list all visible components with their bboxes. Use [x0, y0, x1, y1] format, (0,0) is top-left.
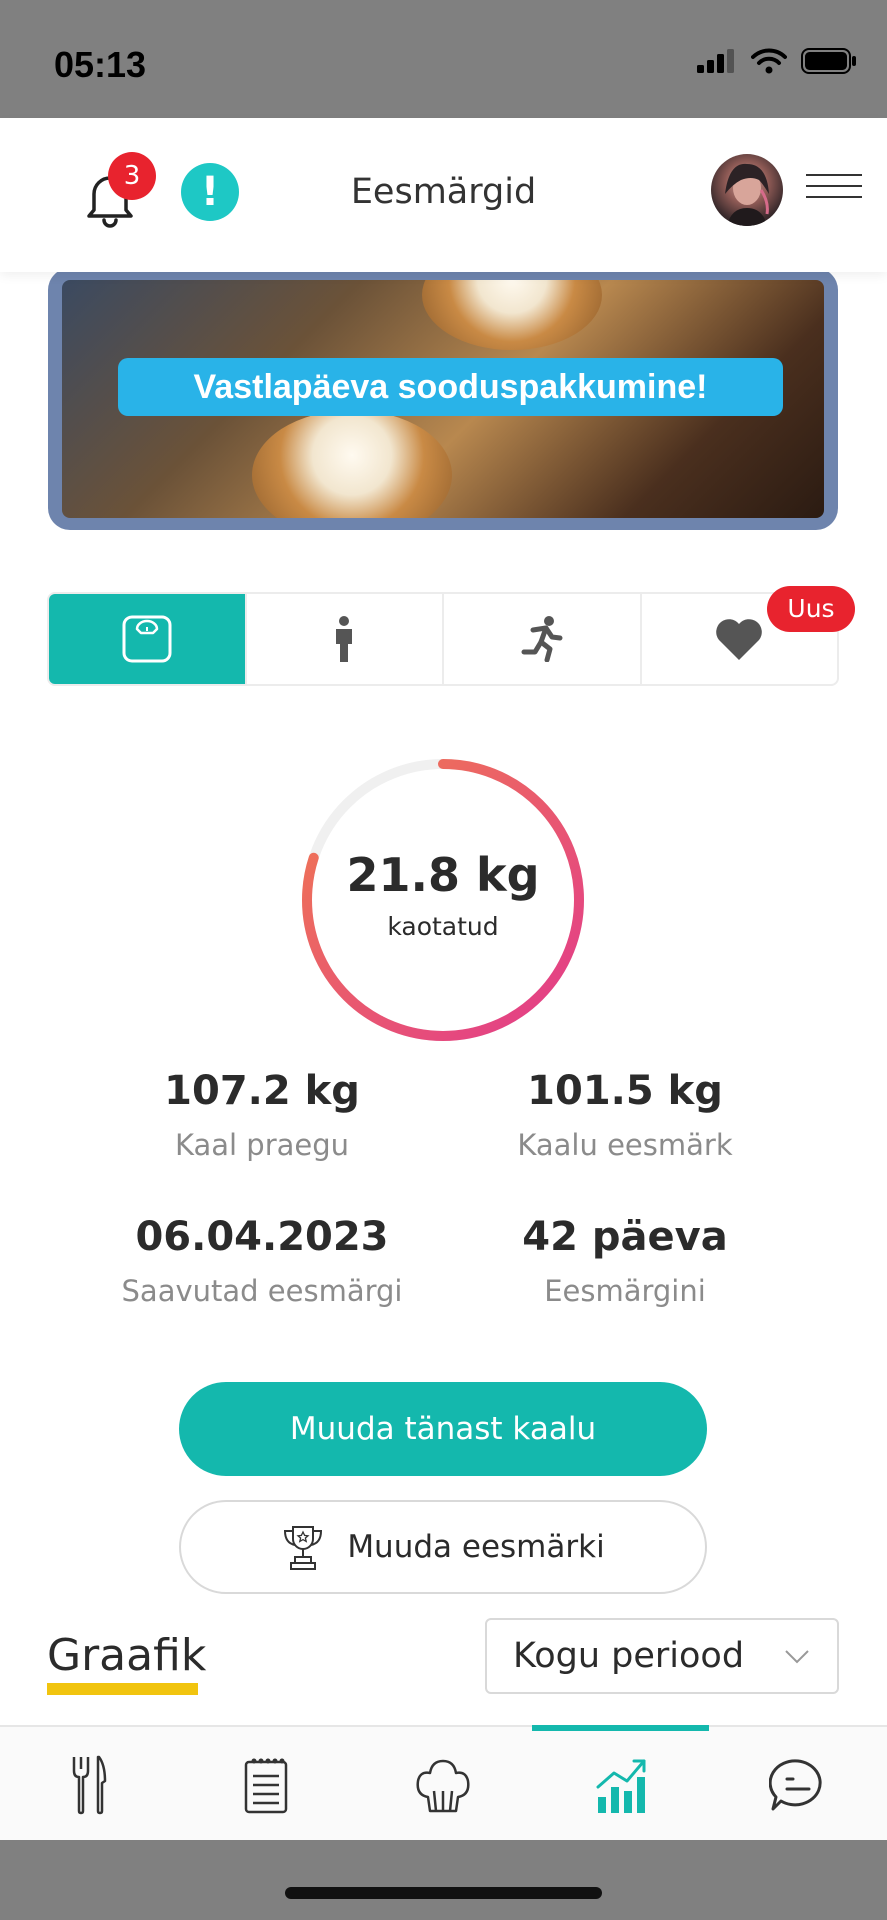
- wifi-icon: [751, 48, 787, 74]
- bun-image: [252, 410, 452, 518]
- change-goal-button[interactable]: Muuda eesmärki: [179, 1500, 707, 1594]
- graph-title: Graafik: [47, 1630, 207, 1681]
- person-icon: [336, 616, 353, 662]
- weight-loss-ring: 21.8 kg kaotatud: [295, 752, 591, 1048]
- nav-item-progress[interactable]: [532, 1727, 709, 1842]
- notepad-icon: [244, 1758, 287, 1813]
- avatar-photo: [725, 163, 769, 226]
- signal-icon: [697, 49, 734, 73]
- goal-tabs: Uus: [47, 586, 855, 686]
- chart-icon: [596, 1759, 645, 1813]
- status-time: 05:13: [54, 44, 147, 85]
- battery-icon: [801, 48, 856, 74]
- app-header: 3 ! Eesmärgid: [0, 118, 887, 272]
- trophy-icon: [284, 1526, 323, 1570]
- change-goal-label: Muuda eesmärki: [347, 1529, 605, 1565]
- menu-line: [806, 174, 862, 176]
- tab-activity[interactable]: [444, 594, 642, 684]
- nav-item-food[interactable]: [0, 1727, 177, 1842]
- period-select-value: Kogu periood: [513, 1636, 745, 1676]
- status-bar: 05:13: [0, 0, 887, 118]
- running-icon: [521, 616, 563, 662]
- scale-icon: [122, 615, 172, 663]
- chevron-down-icon: [785, 1650, 809, 1664]
- bottom-nav: [0, 1725, 887, 1840]
- nav-item-diary[interactable]: [177, 1727, 354, 1842]
- stat-label: Kaalu eesmärk: [517, 1128, 733, 1162]
- stat-value: 107.2 kg: [164, 1068, 360, 1114]
- heart-icon: [716, 619, 763, 660]
- tab-health[interactable]: Uus: [642, 586, 855, 684]
- promo-banner-text: Vastlapäeva sooduspakkumine!: [118, 358, 783, 416]
- promo-banner-image: Vastlapäeva sooduspakkumine!: [62, 280, 824, 518]
- menu-line: [806, 185, 862, 187]
- nav-item-recipes[interactable]: [354, 1727, 531, 1842]
- tab-body[interactable]: [247, 594, 444, 684]
- stat-goal-date: 06.04.2023 Saavutad eesmärgi: [82, 1214, 442, 1308]
- menu-line: [806, 196, 862, 198]
- new-badge: Uus: [767, 586, 855, 632]
- menu-button[interactable]: [806, 174, 862, 210]
- tab-weight[interactable]: [49, 594, 247, 684]
- graph-title-underline: [47, 1683, 198, 1695]
- chef-hat-icon: [415, 1759, 470, 1812]
- home-indicator-area: [0, 1840, 887, 1920]
- period-select[interactable]: Kogu periood: [485, 1618, 839, 1694]
- chat-icon: [768, 1758, 822, 1810]
- stat-label: Saavutad eesmärgi: [121, 1274, 403, 1308]
- lost-weight-value: 21.8 kg: [346, 848, 540, 902]
- stat-value: 101.5 kg: [527, 1068, 723, 1114]
- avatar[interactable]: [711, 154, 783, 226]
- status-icons: [697, 48, 857, 74]
- stat-label: Eesmärgini: [544, 1274, 706, 1308]
- stat-days-left: 42 päeva Eesmärgini: [445, 1214, 805, 1308]
- nav-item-chat[interactable]: [709, 1727, 886, 1842]
- cutlery-icon: [72, 1755, 106, 1814]
- bun-image: [422, 280, 602, 350]
- lost-weight-label: kaotatud: [387, 912, 499, 941]
- home-indicator[interactable]: [285, 1887, 602, 1899]
- stat-current-weight: 107.2 kg Kaal praegu: [82, 1068, 442, 1162]
- change-weight-button[interactable]: Muuda tänast kaalu: [179, 1382, 707, 1476]
- stat-value: 42 päeva: [522, 1214, 728, 1260]
- promo-banner[interactable]: Vastlapäeva sooduspakkumine!: [48, 268, 838, 530]
- stat-value: 06.04.2023: [135, 1214, 389, 1260]
- stat-goal-weight: 101.5 kg Kaalu eesmärk: [445, 1068, 805, 1162]
- stat-label: Kaal praegu: [174, 1128, 350, 1162]
